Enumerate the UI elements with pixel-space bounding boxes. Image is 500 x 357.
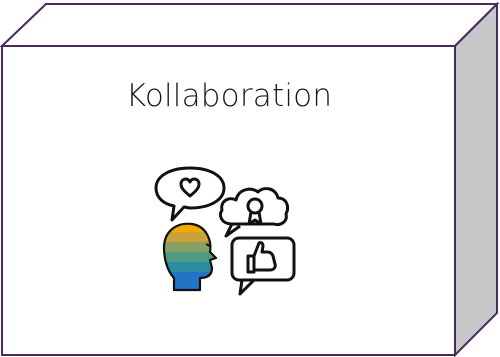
- heart-icon: [179, 177, 201, 198]
- heart-bubble-icon: [154, 166, 226, 222]
- thumbs-up-icon: [246, 241, 277, 274]
- person-head-icon: [164, 223, 216, 291]
- box-top-face: [0, 3, 500, 47]
- collaboration-icon: [154, 166, 296, 296]
- block-title: Kollaboration: [125, 78, 333, 114]
- award-cloud-icon: [218, 187, 290, 238]
- box-side-face: [454, 1, 498, 357]
- thumbs-up-bubble-icon: [230, 236, 296, 296]
- collaboration-block: Kollaboration: [0, 0, 500, 357]
- award-medal-icon: [246, 197, 264, 215]
